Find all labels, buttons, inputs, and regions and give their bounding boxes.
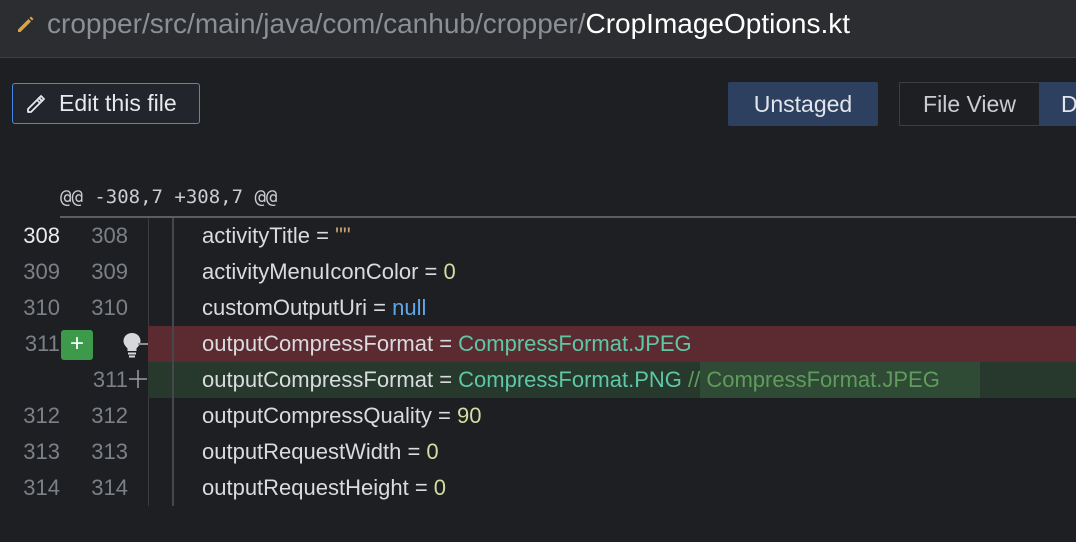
hunk-header: @@ -308,7 +308,7 @@ [60,186,278,208]
removed-line[interactable]: 311 + outputCompressFormat = CompressForma… [0,326,1076,362]
new-line-number: 312 [91,403,128,428]
breadcrumb: cropper/src/main/java/com/canhub/cropper… [47,8,850,40]
added-line[interactable]: 311 outputCompressFormat = CompressFormat… [0,362,1076,398]
unstaged-button[interactable]: Unstaged [728,82,878,126]
code-assignment: outputCompressQuality = [202,403,457,428]
code-value: "" [335,223,351,248]
context-line[interactable]: 313 313 outputRequestWidth = 0 [0,434,1076,470]
code-text[interactable]: outputCompressFormat = CompressFormat.JP… [202,326,692,362]
code-text[interactable]: activityMenuIconColor = 0 [202,254,456,290]
new-line-number: 311 [92,367,128,392]
new-line-number: 310 [91,295,128,320]
pencil-icon [27,94,45,113]
old-line-number: 309 [23,259,60,284]
path-filename: CropImageOptions.kt [585,8,851,39]
code-value: 0 [433,475,447,500]
diff-viewer: cropper/src/main/java/com/canhub/cropper… [0,0,1076,542]
context-line[interactable]: 310 310 customOutputUri = null [0,290,1076,326]
add-comment-button[interactable]: + [61,330,93,360]
lightbulb-icon[interactable] [122,332,142,358]
code-value: 90 [456,403,482,428]
context-line[interactable]: 308 308 activityTitle = "" [0,218,1076,254]
new-line-number: 314 [91,475,128,500]
gutter-connector [138,343,148,345]
old-line-number: 310 [23,295,60,320]
context-line[interactable]: 309 309 activityMenuIconColor = 0 [0,254,1076,290]
new-line-number: 313 [91,439,128,464]
file-path-header: cropper/src/main/java/com/canhub/cropper… [0,0,1076,58]
old-line-number: 313 [23,439,60,464]
file-view-button[interactable]: File View [899,82,1039,126]
edit-file-label: Edit this file [59,90,177,116]
indent-guide [172,218,174,506]
code-text[interactable]: outputCompressFormat = CompressFormat.PN… [202,362,940,398]
new-line-number: 309 [91,259,128,284]
diff-view-button[interactable]: D [1039,82,1076,126]
code-assignment: outputRequestHeight = [202,475,434,500]
context-line[interactable]: 312 312 outputCompressQuality = 90 [0,398,1076,434]
pencil-icon [18,16,34,32]
code-text[interactable]: outputRequestHeight = 0 [202,470,446,506]
code-text[interactable]: customOutputUri = null [202,290,426,326]
code-assignment: outputRequestWidth = [202,439,427,464]
code-value: 0 [443,259,456,284]
code-value: null [392,295,427,320]
code-text[interactable]: outputCompressQuality = 90 [202,398,481,434]
code-value: 0 [426,439,439,464]
edit-file-button[interactable]: Edit this file [12,83,200,124]
code-text[interactable]: outputRequestWidth = 0 [202,434,439,470]
code-value: CompressFormat.PNG [458,367,682,392]
old-line-number: 311 [24,331,60,356]
code-assignment: activityMenuIconColor = [202,259,444,284]
code-comment: // CompressFormat.JPEG [681,367,940,392]
code-assignment: outputCompressFormat = [202,367,459,392]
code-value: CompressFormat.JPEG [458,331,692,356]
added-marker-icon [129,370,147,388]
path-directory: cropper/src/main/java/com/canhub/cropper… [47,8,586,39]
code-assignment: customOutputUri = [202,295,393,320]
old-line-number: 308 [23,223,60,248]
old-line-number: 312 [23,403,60,428]
old-line-number: 314 [23,475,60,500]
code-assignment: activityTitle = [202,223,336,248]
context-line[interactable]: 314 314 outputRequestHeight = 0 [0,470,1076,506]
new-line-number: 308 [91,223,128,248]
code-assignment: outputCompressFormat = [202,331,459,356]
code-text[interactable]: activityTitle = "" [202,218,351,254]
